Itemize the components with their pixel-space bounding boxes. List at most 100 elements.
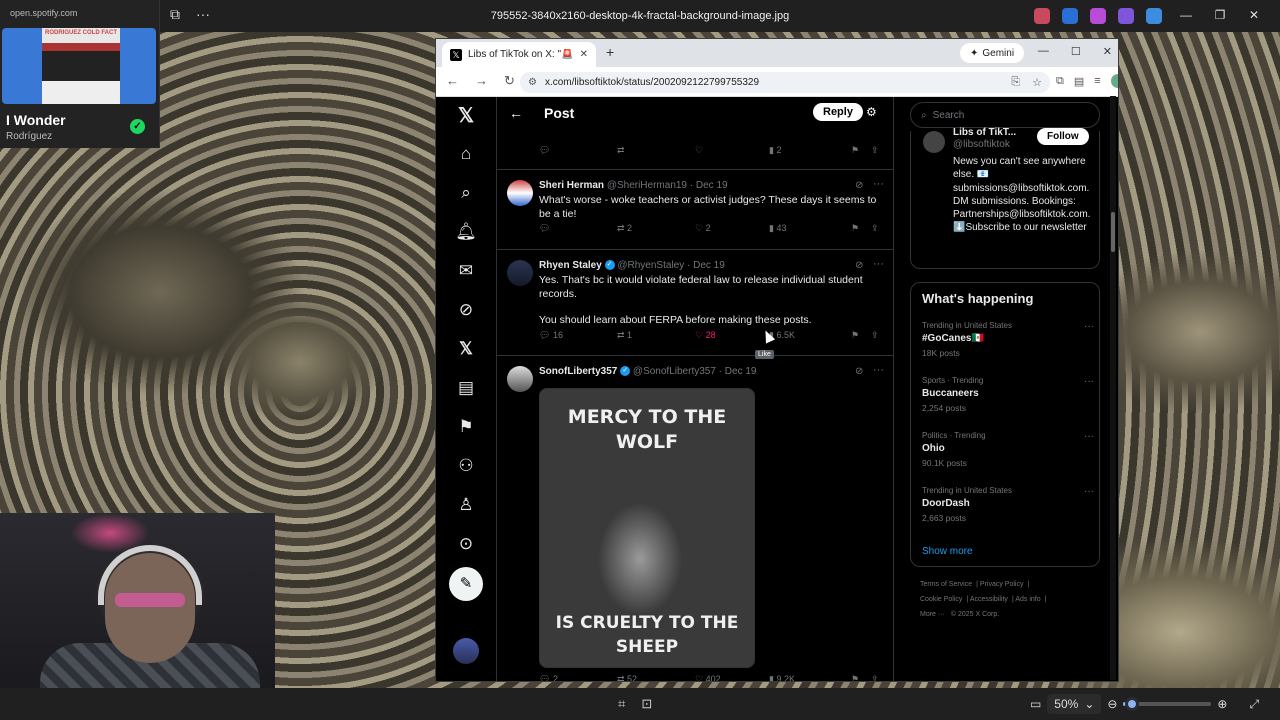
trend-item[interactable]: Trending in United States #GoCanes🇲🇽 18K…: [922, 321, 1094, 365]
like-icon[interactable]: ♡ 28: [695, 330, 716, 341]
privacy-link[interactable]: Privacy Policy: [980, 581, 1024, 588]
terms-link[interactable]: Terms of Service: [920, 581, 972, 588]
like-icon[interactable]: ♡ 402: [695, 674, 721, 681]
close-icon[interactable]: ✕: [1246, 8, 1262, 22]
reply-icon[interactable]: 💬︎: [539, 223, 550, 234]
trend-item[interactable]: Politics · Trending Ohio 90.1K posts ···: [922, 431, 1094, 475]
reply-icon[interactable]: 💬︎: [539, 145, 550, 156]
more-icon[interactable]: ···: [1084, 486, 1094, 497]
author-name[interactable]: Rhyen Staley: [539, 260, 602, 271]
forward-arrow-icon[interactable]: →: [475, 73, 488, 89]
extensions-icon[interactable]: ⧉: [1056, 75, 1064, 88]
reload-icon[interactable]: ↻: [504, 73, 515, 89]
messages-mail-icon[interactable]: ✉: [454, 259, 478, 283]
author-handle[interactable]: @RhyenStaley: [617, 260, 684, 271]
profile-name[interactable]: Libs of TikT...: [953, 127, 1016, 138]
views-icon[interactable]: ▮ 2: [769, 145, 781, 156]
bookmark-icon[interactable]: ⚑: [851, 145, 859, 156]
scrollbar-thumb[interactable]: [1111, 212, 1115, 252]
ads-info-link[interactable]: Ads info: [1015, 596, 1040, 603]
url-text[interactable]: x.com/libsoftiktok/status/20020921227997…: [545, 77, 1003, 88]
communities-icon[interactable]: ⚇: [454, 454, 478, 478]
share-icon[interactable]: ⇪: [871, 674, 879, 681]
zoom-slider-thumb[interactable]: [1125, 697, 1140, 711]
reply-icon[interactable]: 💬︎ 16: [539, 330, 563, 341]
tab-x-post[interactable]: 𝕏 Libs of TikTok on X: "🚨 INSANE ✕: [442, 42, 596, 67]
bookmark-icon[interactable]: ⚑: [851, 674, 859, 681]
tweet-date[interactable]: Dec 19: [693, 260, 725, 271]
new-tab-icon[interactable]: +: [606, 44, 614, 60]
views-icon[interactable]: ▮ 9.2K: [769, 674, 795, 681]
more-options-icon[interactable]: ···: [196, 6, 210, 23]
profile-icon[interactable]: ♙: [454, 493, 478, 517]
follow-button[interactable]: Follow: [1037, 128, 1089, 145]
retweet-icon[interactable]: ⇄ 2: [617, 223, 632, 234]
reply-tweet[interactable]: Rhyen Staley ✓ @RhyenStaley · Dec 19 ⊘ ·…: [497, 250, 893, 356]
tweet-media-image[interactable]: MERCY TO THE WOLF IS CRUELTY TO THE SHEE…: [539, 388, 755, 668]
bookmark-star-icon[interactable]: ☆: [1032, 76, 1042, 89]
zoom-slider[interactable]: [1123, 697, 1212, 711]
more-link[interactable]: More ···: [920, 611, 945, 618]
install-icon[interactable]: ⎘: [1011, 76, 1020, 89]
maximize-icon[interactable]: ❐: [1212, 8, 1228, 22]
browser-close-icon[interactable]: ✕: [1103, 45, 1112, 58]
zoom-in-icon[interactable]: ⊕: [1217, 697, 1227, 711]
gemini-button[interactable]: ✦ Gemini: [960, 43, 1025, 63]
grok-explain-icon[interactable]: ⊘: [855, 180, 863, 191]
avatar[interactable]: [507, 260, 533, 286]
liked-check-icon[interactable]: ✓: [130, 119, 145, 134]
grok-icon[interactable]: ⊘: [454, 298, 478, 322]
fit-screen-icon[interactable]: ▭: [1030, 697, 1041, 711]
home-icon[interactable]: ⌂: [454, 142, 478, 166]
browser-maximize-icon[interactable]: ☐: [1071, 45, 1081, 58]
author-handle[interactable]: @SonofLiberty357: [633, 366, 716, 377]
fullscreen-icon[interactable]: ⤢: [1249, 697, 1259, 712]
share-icon[interactable]: ⇪: [871, 223, 879, 234]
compose-post-icon[interactable]: ✎: [449, 567, 483, 601]
share-icon[interactable]: ⇪: [871, 145, 879, 156]
crop-icon[interactable]: ⌗: [618, 696, 625, 712]
visual-search-icon[interactable]: ⊡: [641, 696, 652, 712]
grok-explain-icon[interactable]: ⊘: [855, 366, 863, 377]
grok-explain-icon[interactable]: ⊘: [855, 260, 863, 271]
trend-item[interactable]: Trending in United States DoorDash 2,663…: [922, 486, 1094, 530]
bookmark-icon[interactable]: ⚑: [851, 330, 859, 341]
back-arrow-icon[interactable]: ←: [509, 105, 523, 121]
media-icon[interactable]: ≡: [1094, 75, 1100, 87]
share-icon[interactable]: ⇪: [871, 330, 879, 341]
zoom-out-icon[interactable]: ⊖: [1107, 697, 1117, 711]
avatar[interactable]: [507, 180, 533, 206]
like-icon[interactable]: ♡: [695, 145, 703, 156]
author-name[interactable]: SonofLiberty357: [539, 366, 617, 377]
tab-close-icon[interactable]: ✕: [580, 49, 588, 60]
explore-search-icon[interactable]: ⌕: [454, 181, 478, 205]
more-icon[interactable]: ···: [1084, 376, 1094, 387]
views-icon[interactable]: ▮ 43: [769, 223, 786, 234]
retweet-icon[interactable]: ⇄ 52: [617, 674, 637, 681]
like-icon[interactable]: ♡ 2: [695, 223, 711, 234]
more-icon[interactable]: ···: [1084, 431, 1094, 442]
profile-avatar[interactable]: [923, 131, 945, 153]
reply-settings-icon[interactable]: ⚙: [866, 105, 877, 119]
slideshow-icon[interactable]: ⧉: [170, 6, 180, 23]
reply-tweet[interactable]: Sheri Herman @SheriHerman19 · Dec 19 ⊘ ·…: [497, 170, 893, 250]
tweet-date[interactable]: Dec 19: [725, 366, 757, 377]
reply-tweet[interactable]: SonofLiberty357 ✓ @SonofLiberty357 · Dec…: [497, 356, 893, 681]
tweet-date[interactable]: Dec 19: [696, 180, 728, 191]
bookmark-icon[interactable]: ⚑: [851, 223, 859, 234]
browser-minimize-icon[interactable]: —: [1038, 45, 1049, 58]
more-icon[interactable]: ···: [873, 178, 884, 190]
search-input[interactable]: ⌕ Search: [910, 102, 1100, 128]
author-name[interactable]: Sheri Herman: [539, 180, 604, 191]
spotify-mini-player[interactable]: open.spotify.com RODRIGUEZ COLD FACT I W…: [0, 0, 160, 148]
retweet-icon[interactable]: ⇄: [617, 145, 625, 156]
more-icon[interactable]: ···: [873, 364, 884, 376]
more-circle-icon[interactable]: ⊙: [454, 532, 478, 556]
site-info-icon[interactable]: ⚙: [528, 77, 537, 88]
edit-app-icon[interactable]: [1062, 8, 1078, 24]
cookie-link[interactable]: Cookie Policy: [920, 596, 962, 603]
notifications-bell-icon[interactable]: 🔔︎: [454, 220, 478, 244]
retweet-icon[interactable]: ⇄ 1: [617, 330, 632, 341]
page-scrollbar[interactable]: [1110, 96, 1116, 680]
minimize-icon[interactable]: —: [1178, 8, 1194, 22]
